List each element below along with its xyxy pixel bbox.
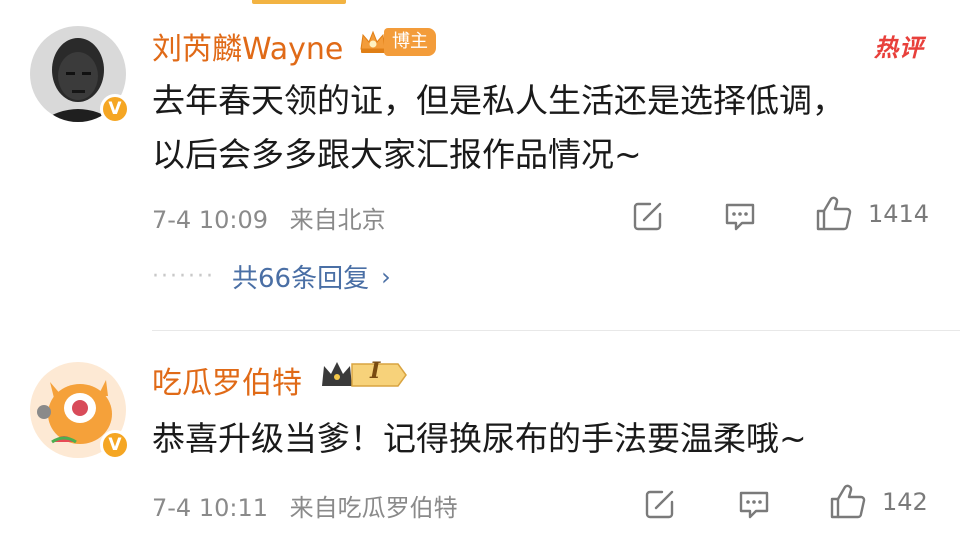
thumbs-up-icon [830,484,866,519]
username[interactable]: 刘芮麟Wayne [152,24,343,68]
hot-comment-tag: 热评 [874,34,924,62]
comment-text: 去年春天领的证，但是私人生活还是选择低调， 以后会多多跟大家汇报作品情况~ [152,74,912,182]
comment-text-line: 去年春天领的证，但是私人生活还是选择低调， [152,81,845,120]
level-badge: I [318,356,408,390]
verified-v-icon: V [100,430,130,460]
comment-text-line: 恭喜升级当爹！记得换尿布的手法要温柔哦~ [152,419,807,458]
comment-text: 恭喜升级当爹！记得换尿布的手法要温柔哦~ [152,412,912,466]
comment-item: V 刘芮麟Wayne 博主 热评 去年春天领的证，但是私人生活还是选择低调， 以… [0,0,960,330]
crown-icon [322,362,407,387]
comment-meta: 7-4 10:09 来自北京 [152,200,386,235]
like-count: 1414 [868,200,930,228]
avatar[interactable]: V [30,26,130,124]
like-button[interactable]: 142 [828,482,928,522]
comment-button[interactable] [736,486,772,522]
comment-time: 7-4 10:11 [152,494,268,522]
comment-bubble-icon [739,491,769,519]
comment-text-line: 以后会多多跟大家汇报作品情况~ [152,135,642,174]
repost-button[interactable] [630,198,666,234]
like-count: 142 [882,488,928,516]
blogger-badge-label: 博主 [384,28,436,56]
avatar[interactable]: V [30,362,130,460]
comment-button[interactable] [722,198,758,234]
comment-item: V 吃瓜罗伯特 I 恭喜升级当爹！记得换尿布的手法要温柔哦~ 7-4 10:11… [0,330,960,551]
comment-bubble-icon [725,203,755,231]
comment-time: 7-4 10:09 [152,206,268,234]
level-badge-label: I [370,358,381,384]
repost-button[interactable] [642,486,678,522]
edit-square-icon [633,202,662,231]
comment-location: 来自北京 [289,206,386,234]
blogger-badge: 博主 [358,27,436,57]
chevron-right-icon: › [381,262,391,291]
verified-v-icon: V [100,94,130,124]
view-replies-link[interactable]: ······· 共66条回复 › [152,258,391,295]
replies-dots: ······· [152,264,215,289]
comment-meta: 7-4 10:11 来自吃瓜罗伯特 [152,488,458,523]
replies-count-link[interactable]: 共66条回复 [232,258,369,295]
username[interactable]: 吃瓜罗伯特 [152,358,302,402]
edit-square-icon [645,490,674,519]
comment-location: 来自吃瓜罗伯特 [289,494,458,522]
thumbs-up-icon [816,196,852,231]
like-button[interactable]: 1414 [814,194,929,234]
